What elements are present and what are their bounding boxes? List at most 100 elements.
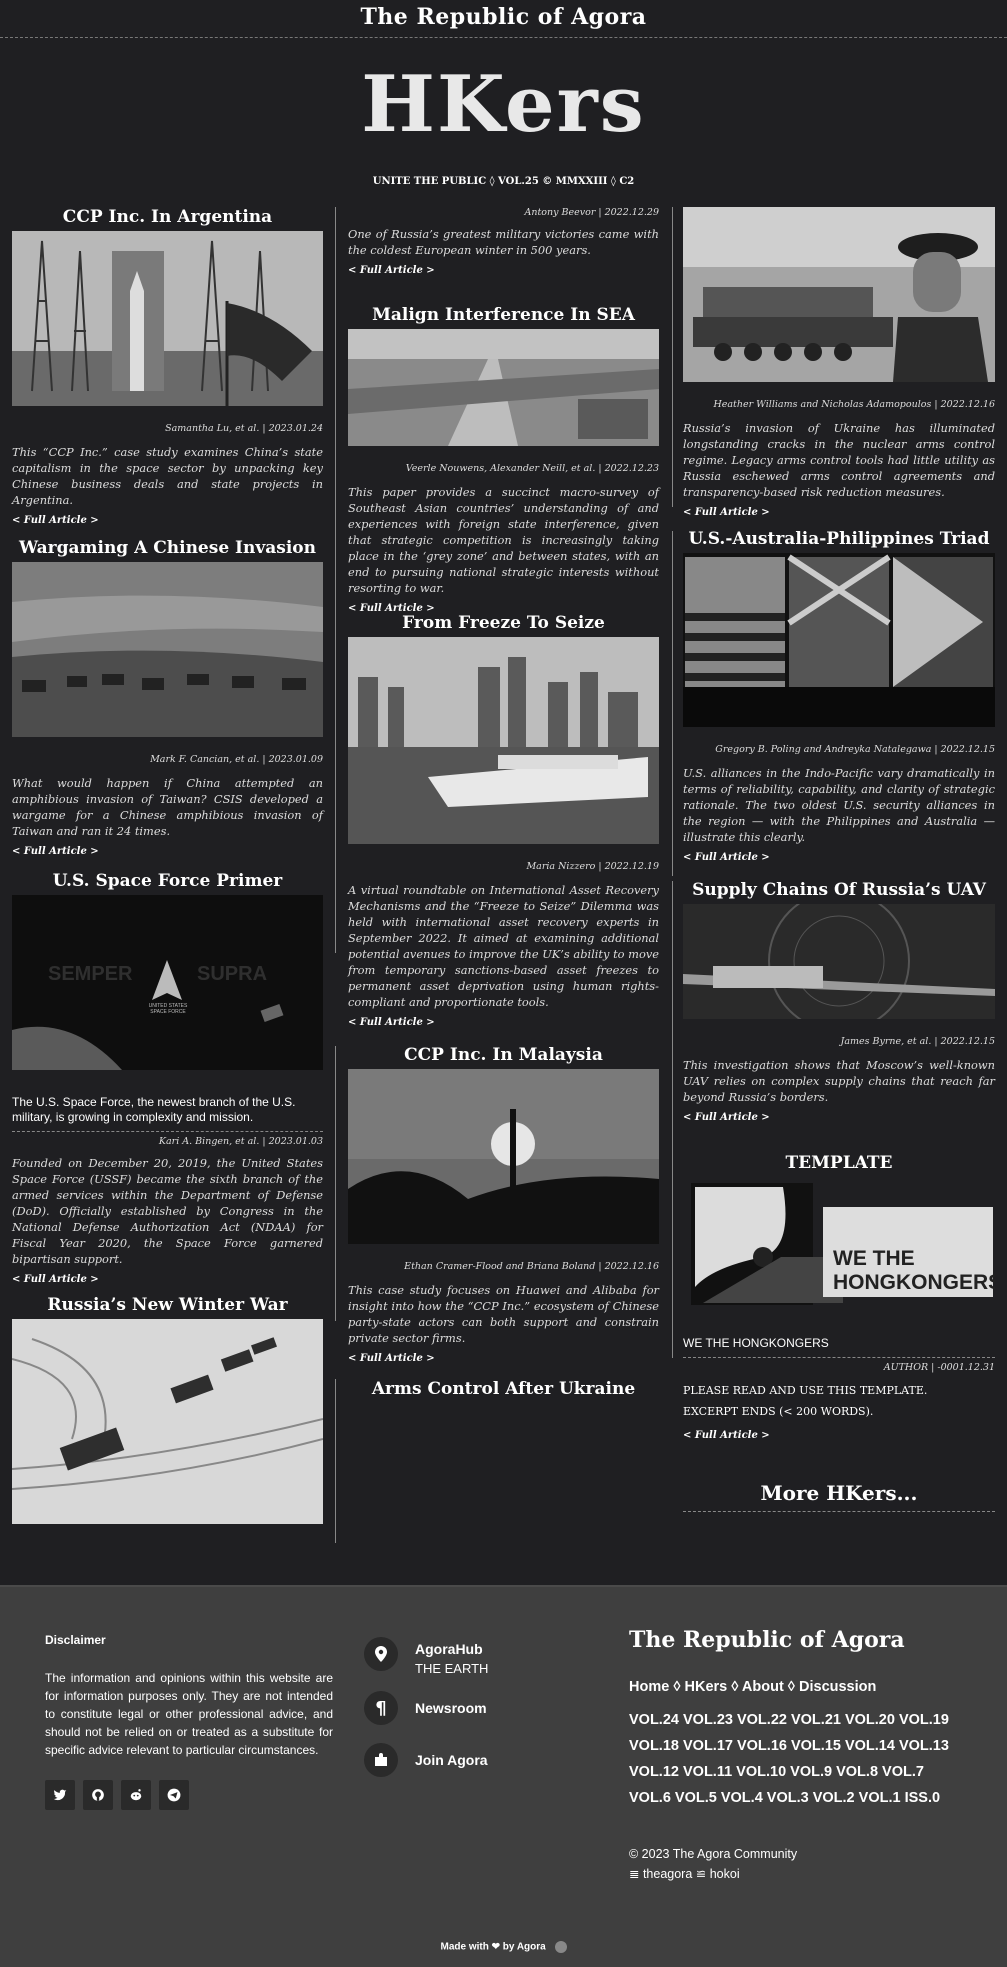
footer: Disclaimer The information and opinions … xyxy=(0,1585,1007,1967)
more-hkers-link[interactable]: More HKers... xyxy=(683,1481,995,1505)
copyright-text: © 2023 The Agora Community xyxy=(629,1847,798,1861)
join-agora-label: Join Agora xyxy=(415,1752,488,1768)
article-image-we-the-hongkongers[interactable]: WE THE HONGKONGERS xyxy=(683,1177,995,1312)
article-image-highway[interactable] xyxy=(348,329,659,446)
made-with: Made with ❤ by Agora xyxy=(0,1941,1007,1953)
article-image-missile-soldier[interactable] xyxy=(683,207,995,382)
agorahub-link[interactable]: AgoraHub THE EARTH xyxy=(364,1637,488,1676)
article-card: Russia’s New Winter War xyxy=(12,1293,323,1524)
article-image-flags[interactable] xyxy=(683,553,995,727)
article-excerpt: This case study focuses on Huawei and Al… xyxy=(348,1283,659,1345)
article-title[interactable]: U.S.-Australia-Philippines Triad xyxy=(683,527,995,551)
article-byline: Heather Williams and Nicholas Adamopoulo… xyxy=(713,399,995,410)
telegram-icon[interactable] xyxy=(159,1780,189,1810)
column-divider xyxy=(672,881,673,1358)
republic-title[interactable]: The Republic of Agora xyxy=(629,1627,905,1653)
article-title[interactable]: TEMPLATE xyxy=(683,1151,995,1175)
article-byline: Veerle Nouwens, Alexander Neill, et al. … xyxy=(405,463,659,474)
full-article-link[interactable]: < Full Article > xyxy=(348,264,435,278)
volume-links[interactable]: VOL.24 VOL.23 VOL.22 VOL.21 VOL.20 VOL.1… xyxy=(629,1707,959,1811)
hkers-logo[interactable]: HKers xyxy=(361,59,645,150)
article-title[interactable]: Wargaming A Chinese Invasion xyxy=(12,536,323,560)
column-divider xyxy=(672,531,673,876)
toggle-dot-icon[interactable] xyxy=(554,1941,567,1953)
article-image-snow-tanks[interactable] xyxy=(12,1319,323,1524)
tagline: UNITE THE PUBLIC ◊ VOL.25 © MMXXIII ◊ C2 xyxy=(372,176,635,187)
column-divider xyxy=(335,613,336,953)
article-byline: AUTHOR | -0001.12.31 xyxy=(883,1362,995,1373)
article-title[interactable]: CCP Inc. In Malaysia xyxy=(348,1043,659,1067)
article-card: Heather Williams and Nicholas Adamopoulo… xyxy=(683,203,995,520)
disclaimer-text: The information and opinions within this… xyxy=(45,1671,333,1757)
pilcrow-icon: ¶ xyxy=(364,1691,398,1725)
article-byline: Kari A. Bingen, et al. | 2023.01.03 xyxy=(158,1136,323,1147)
footer-links[interactable]: ≣ theagora ≌ hokoi xyxy=(629,1864,797,1884)
disclaimer-title: Disclaimer xyxy=(45,1633,106,1647)
article-image-moon-tower[interactable] xyxy=(348,1069,659,1244)
newsroom-link[interactable]: ¶ Newsroom xyxy=(364,1691,487,1725)
article-image-tanks-beach[interactable] xyxy=(12,562,323,737)
puzzle-icon xyxy=(364,1743,398,1777)
site-title[interactable]: The Republic of Agora xyxy=(360,4,646,30)
article-byline: Antony Beevor | 2022.12.29 xyxy=(524,207,659,218)
article-title[interactable]: Malign Interference In SEA xyxy=(348,303,659,327)
column-divider xyxy=(335,1379,336,1543)
article-title[interactable]: From Freeze To Seize xyxy=(348,611,659,635)
full-article-link[interactable]: < Full Article > xyxy=(683,1429,770,1443)
article-title[interactable]: CCP Inc. In Argentina xyxy=(12,205,323,229)
masthead: The Republic of Agora HKers UNITE THE PU… xyxy=(0,0,1007,187)
agorahub-sub: THE EARTH xyxy=(415,1661,489,1676)
join-agora-link[interactable]: Join Agora xyxy=(364,1743,488,1777)
column-divider xyxy=(335,1046,336,1321)
template-line-1: PLEASE READ AND USE THIS TEMPLATE. xyxy=(683,1384,928,1397)
github-icon[interactable] xyxy=(83,1780,113,1810)
article-excerpt: This investigation shows that Moscow’s w… xyxy=(683,1058,995,1104)
reddit-icon[interactable] xyxy=(121,1780,151,1810)
article-image-uav[interactable] xyxy=(683,904,995,1019)
divider xyxy=(683,1357,995,1358)
article-excerpt: This “CCP Inc.” case study examines Chin… xyxy=(12,445,323,507)
article-card: Malign Interference In SEA Veerle Nouwen… xyxy=(348,303,659,616)
made-with-text: Made with ❤ by Agora xyxy=(440,1941,546,1953)
map-pin-icon xyxy=(364,1637,398,1671)
article-card: CCP Inc. In Malaysia Ethan Cramer-Flood … xyxy=(348,1043,659,1366)
footer-nav[interactable]: Home ◊ HKers ◊ About ◊ Discussion xyxy=(629,1679,876,1695)
twitter-icon[interactable] xyxy=(45,1780,75,1810)
articles-grid: CCP Inc. In Argentina Samantha Lu, et al… xyxy=(0,203,1007,1543)
divider xyxy=(12,1131,323,1132)
article-card: Wargaming A Chinese Invasion Mark F. Can… xyxy=(12,536,323,859)
article-image-rocket[interactable] xyxy=(12,231,323,406)
we-the-hongkongers-image-text: WE THE HONGKONGERS xyxy=(833,1247,995,1294)
column-divider xyxy=(672,207,673,507)
full-article-link[interactable]: < Full Article > xyxy=(12,1273,99,1287)
article-excerpt: This paper provides a succinct macro-sur… xyxy=(348,485,659,595)
more-hkers[interactable]: More HKers... xyxy=(683,1481,995,1512)
full-article-link[interactable]: < Full Article > xyxy=(12,845,99,859)
full-article-link[interactable]: < Full Article > xyxy=(683,1111,770,1125)
template-line-2: EXCERPT ENDS (< 200 WORDS). xyxy=(683,1405,874,1418)
article-byline: Maria Nizzero | 2022.12.19 xyxy=(526,861,659,872)
article-title[interactable]: Russia’s New Winter War xyxy=(12,1293,323,1317)
article-image-london-yacht[interactable] xyxy=(348,637,659,844)
article-excerpt: One of Russia’s greatest military victor… xyxy=(348,227,659,257)
article-card: Antony Beevor | 2022.12.29 One of Russia… xyxy=(348,203,659,278)
article-title[interactable]: U.S. Space Force Primer xyxy=(12,869,323,893)
space-force-logo-text: UNITED STATES SPACE FORCE xyxy=(148,1003,188,1015)
full-article-link[interactable]: < Full Article > xyxy=(683,506,770,520)
copyright: © 2023 The Agora Community ≣ theagora ≌ … xyxy=(629,1844,797,1884)
article-title[interactable]: Arms Control After Ukraine xyxy=(348,1377,659,1401)
supra-text: SUPRA xyxy=(197,963,268,985)
article-card: Arms Control After Ukraine xyxy=(348,1377,659,1401)
article-card: U.S. Space Force Primer SEMPER SUPRA UNI… xyxy=(12,869,323,1287)
article-byline: Ethan Cramer-Flood and Briana Boland | 2… xyxy=(404,1261,659,1272)
article-title[interactable]: Supply Chains Of Russia’s UAV xyxy=(683,878,995,902)
article-excerpt: A virtual roundtable on International As… xyxy=(348,883,659,1009)
full-article-link[interactable]: < Full Article > xyxy=(683,851,770,865)
full-article-link[interactable]: < Full Article > xyxy=(12,514,99,528)
newsroom-label: Newsroom xyxy=(415,1700,487,1716)
article-card: U.S.-Australia-Philippines Triad Gregory… xyxy=(683,527,995,865)
full-article-link[interactable]: < Full Article > xyxy=(348,1352,435,1366)
divider xyxy=(683,1511,995,1512)
article-image-space-force[interactable]: SEMPER SUPRA UNITED STATES SPACE FORCE xyxy=(12,895,323,1070)
full-article-link[interactable]: < Full Article > xyxy=(348,1016,435,1030)
